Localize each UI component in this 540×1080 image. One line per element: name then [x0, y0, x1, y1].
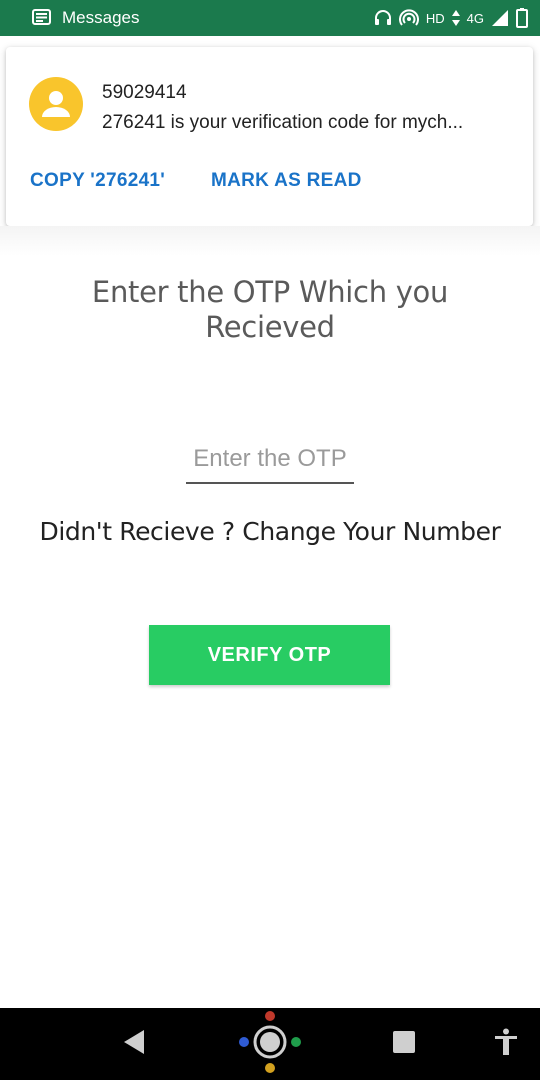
network-label: 4G: [466, 10, 484, 26]
notification-message: 276241 is your verification code for myc…: [102, 112, 464, 133]
otp-input[interactable]: [186, 440, 354, 484]
status-bar: Messages HD 4G: [0, 0, 540, 36]
verify-otp-button[interactable]: VERIFY OTP: [149, 625, 390, 685]
avatar-icon: [29, 77, 83, 131]
back-button[interactable]: [112, 1008, 156, 1080]
hd-label: HD: [425, 10, 445, 26]
back-icon: [122, 1029, 146, 1060]
recents-icon: [393, 1030, 415, 1058]
battery-icon: [516, 8, 528, 28]
messages-icon: [32, 9, 51, 25]
recents-button[interactable]: [382, 1008, 426, 1080]
status-app-label: Messages: [62, 8, 140, 27]
page-title: Enter the OTP Which you Recieved: [91, 275, 449, 344]
home-button[interactable]: [236, 1008, 304, 1080]
accessibility-icon: [494, 1028, 518, 1061]
copy-code-button[interactable]: COPY '276241': [30, 170, 165, 192]
signal-icon: [491, 9, 509, 27]
hotspot-icon: [398, 9, 419, 27]
mark-as-read-button[interactable]: MARK AS READ: [211, 170, 362, 192]
accessibility-button[interactable]: [486, 1008, 526, 1080]
notification-sender: 59029414: [102, 82, 187, 103]
notification-card[interactable]: 59029414 276241 is your verification cod…: [6, 47, 533, 226]
status-icons: HD 4G: [374, 0, 528, 36]
data-arrows-icon: [451, 10, 460, 26]
change-number-link[interactable]: Didn't Recieve ? Change Your Number: [20, 517, 520, 546]
header-shadow: [0, 226, 540, 256]
assistant-home-icon: [236, 1009, 304, 1080]
headset-icon: [374, 9, 392, 27]
navigation-bar: [0, 1008, 540, 1080]
